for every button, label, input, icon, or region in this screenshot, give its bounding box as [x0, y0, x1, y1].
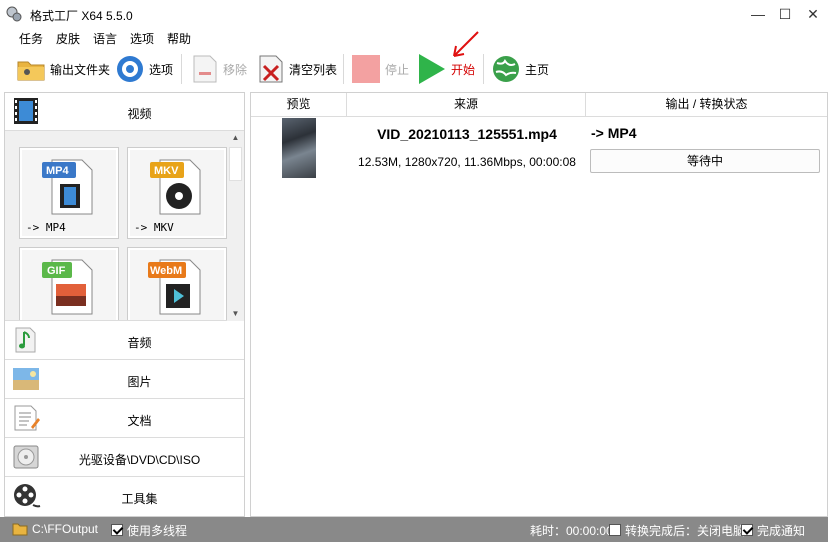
window-title: 格式工厂 X64 5.5.0: [30, 9, 133, 23]
column-header-output-status[interactable]: 输出 / 转换状态: [586, 93, 827, 117]
multithread-checkbox[interactable]: [111, 524, 123, 536]
toolbar-separator: [343, 54, 344, 84]
folder-icon: [17, 61, 45, 81]
scroll-down-arrow-icon[interactable]: ▼: [227, 307, 244, 321]
stop-icon: [352, 55, 380, 83]
source-file-name: VID_20210113_125551.mp4: [377, 126, 557, 142]
close-button[interactable]: ✕: [799, 0, 827, 28]
toolbar: 输出文件夹 选项 移除 清空列表 停止 开始 主页: [0, 48, 828, 90]
video-thumbnail: [282, 118, 316, 178]
mkv-badge-text: MKV: [154, 165, 179, 177]
menu-options[interactable]: 选项: [130, 30, 154, 47]
toolbar-separator: [483, 54, 484, 84]
format-grid-scrollbar[interactable]: ▲ ▼: [227, 131, 244, 321]
maximize-button[interactable]: ☐: [771, 0, 799, 28]
remove-doc-icon: [193, 55, 217, 83]
video-format-grid: MP4 -> MP4 MKV -> MKV GIF WebM: [5, 131, 244, 321]
status-bar: C:\FFOutput 使用多线程 耗时：00:00:00 转换完成后：关闭电脑…: [0, 517, 828, 542]
after-done-checkbox[interactable]: [609, 524, 621, 536]
app-logo-icon: [6, 6, 22, 22]
menu-skin[interactable]: 皮肤: [56, 30, 80, 47]
output-format: -> MP4: [591, 125, 637, 141]
webm-file-icon: WebM: [148, 259, 201, 315]
mkv-file-icon: MKV: [150, 159, 201, 215]
category-document[interactable]: 文档: [5, 400, 244, 438]
elapsed-time: 耗时：00:00:00: [530, 524, 613, 538]
minimize-button[interactable]: —: [744, 0, 772, 28]
menu-bar: 任务 皮肤 语言 选项 帮助: [0, 28, 828, 48]
mp4-badge-text: MP4: [46, 165, 70, 177]
format-tile-mkv[interactable]: MKV -> MKV: [127, 147, 227, 239]
menu-help[interactable]: 帮助: [167, 30, 191, 47]
output-folder-icon: [12, 523, 28, 536]
menu-task[interactable]: 任务: [19, 30, 43, 47]
notify-label: 完成通知: [757, 524, 806, 538]
toolbar-separator: [181, 54, 182, 84]
category-optical[interactable]: 光驱设备\DVD\CD\ISO: [5, 439, 244, 477]
format-tile-webm[interactable]: WebM: [127, 247, 227, 320]
format-tile-gif[interactable]: GIF: [19, 247, 119, 320]
remove-button[interactable]: 移除: [191, 52, 247, 86]
clear-list-button[interactable]: 清空列表: [257, 52, 337, 86]
gif-badge-text: GIF: [47, 265, 66, 277]
mp4-file-icon: MP4: [42, 159, 93, 215]
scroll-up-arrow-icon[interactable]: ▲: [227, 131, 244, 145]
category-panel: 视频 MP4 -> MP4 MKV -> MKV GIF WebM ▲ ▼ 音频…: [4, 92, 245, 517]
title-bar: 格式工厂 X64 5.5.0 — ☐ ✕: [0, 0, 828, 28]
category-video[interactable]: 视频: [5, 93, 244, 131]
options-gear-icon: [117, 56, 143, 82]
stop-button[interactable]: 停止: [351, 52, 409, 86]
globe-icon: [493, 56, 519, 82]
play-icon: [419, 54, 445, 84]
column-header-source[interactable]: 来源: [347, 93, 586, 117]
category-audio[interactable]: 音频: [5, 322, 244, 360]
menu-language[interactable]: 语言: [93, 30, 117, 47]
multithread-label: 使用多线程: [127, 524, 188, 538]
category-image[interactable]: 图片: [5, 361, 244, 399]
home-button[interactable]: 主页: [491, 52, 549, 86]
webm-badge-text: WebM: [150, 265, 182, 277]
options-button[interactable]: 选项: [115, 52, 173, 86]
notify-checkbox[interactable]: [741, 524, 753, 536]
gif-file-icon: GIF: [42, 259, 93, 315]
task-list: 预览 来源 输出 / 转换状态 VID_20210113_125551.mp4 …: [250, 92, 828, 517]
output-folder-button[interactable]: 输出文件夹: [16, 52, 110, 86]
format-tile-mp4[interactable]: MP4 -> MP4: [19, 147, 119, 239]
column-header-preview[interactable]: 预览: [251, 93, 347, 117]
conversion-status: 等待中: [590, 149, 820, 173]
clear-list-icon: [259, 55, 283, 83]
category-tools[interactable]: 工具集: [5, 478, 244, 516]
output-path[interactable]: C:\FFOutput: [32, 522, 98, 536]
after-done-label: 转换完成后：关闭电脑: [625, 524, 746, 538]
red-arrow-icon: [453, 31, 479, 57]
scroll-thumb[interactable]: [229, 147, 242, 181]
source-file-info: 12.53M, 1280x720, 11.36Mbps, 00:00:08: [358, 155, 576, 169]
